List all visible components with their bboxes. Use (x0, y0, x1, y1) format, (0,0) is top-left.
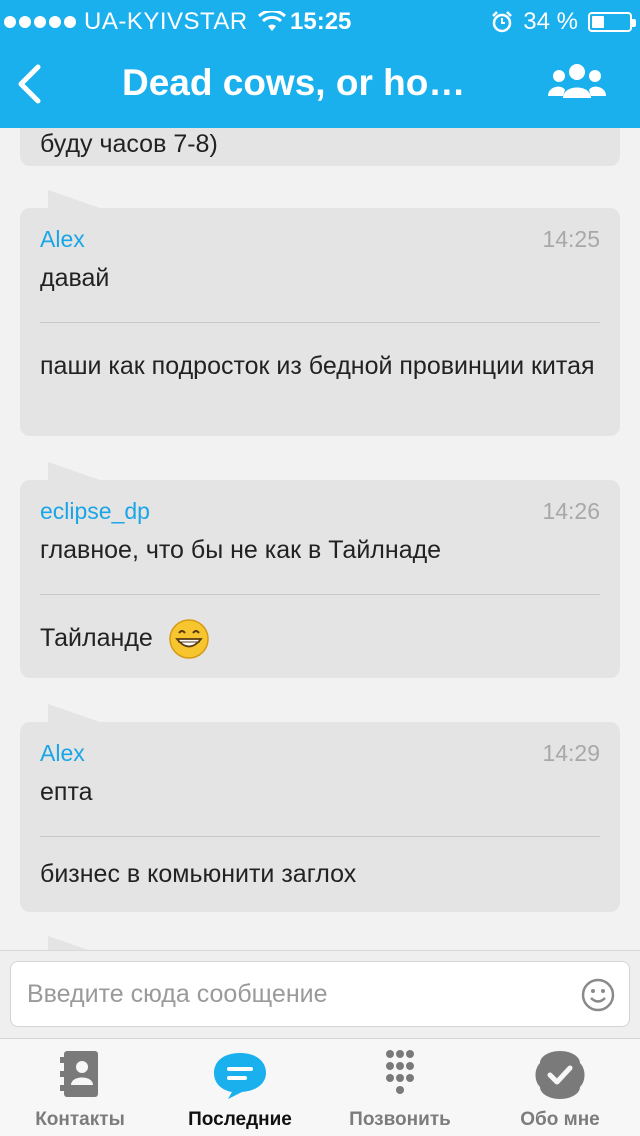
battery-fill (592, 16, 604, 28)
message-bubble: Alex 14:25 давай паши как подросток из б… (20, 190, 620, 436)
group-people-icon[interactable] (548, 62, 606, 102)
chat-bubble-icon (214, 1053, 266, 1099)
message-bubble: буду часов 7-8) (20, 128, 620, 166)
tab-about-me[interactable]: Обо мне (480, 1039, 640, 1136)
alarm-icon (492, 11, 513, 33)
top-bar: UA-KYIVSTAR 15:25 34 % Dead cows, or ho… (0, 0, 640, 128)
message-input[interactable]: Введите сюда сообщение (10, 961, 630, 1027)
back-chevron-icon[interactable] (14, 64, 44, 104)
nav-bar: Dead cows, or ho… (0, 40, 640, 128)
message-text: бизнес в комьюнити заглох (40, 860, 357, 888)
message-text: давай (40, 264, 110, 292)
sender-name[interactable]: Alex (40, 740, 85, 766)
bubble-tail (48, 704, 100, 722)
chat-history[interactable]: буду часов 7-8) Alex 14:25 давай паши ка… (0, 128, 640, 950)
tab-contacts[interactable]: Контакты (0, 1039, 160, 1136)
wifi-icon (257, 11, 286, 31)
message-time: 14:26 (542, 498, 600, 524)
bubble-tail (48, 936, 100, 950)
message-text-with-emoji: Тайланде (40, 616, 600, 660)
message-divider (40, 836, 600, 837)
message-bubble: Alex 14:29 епта бизнес в комьюнити загло… (20, 704, 620, 912)
message-time: 14:25 (542, 226, 600, 252)
sender-name[interactable]: eclipse_dp (40, 498, 150, 524)
battery-icon (588, 12, 636, 32)
message-input-placeholder: Введите сюда сообщение (27, 980, 328, 1008)
composer-bar: Введите сюда сообщение (0, 950, 640, 1038)
message-text: Тайланде (40, 624, 153, 652)
message-text: епта (40, 778, 93, 806)
tab-label: Контакты (35, 1109, 125, 1130)
signal-strength-icon (4, 16, 76, 28)
bubble-tail (48, 462, 100, 480)
contacts-icon (60, 1051, 98, 1097)
bubble-tail (48, 190, 100, 208)
message-time: 14:29 (542, 740, 600, 766)
conversation-title: Dead cows, or ho… (122, 62, 466, 103)
message-text: буду часов 7-8) (40, 130, 218, 158)
dialpad-icon (386, 1050, 414, 1094)
status-bar: UA-KYIVSTAR 15:25 34 % (0, 0, 640, 40)
tab-label: Последние (188, 1109, 292, 1130)
tab-label: Обо мне (520, 1109, 600, 1130)
message-divider (40, 322, 600, 323)
tab-bar: Контакты Последние Позвонить Обо мне (0, 1038, 640, 1136)
tab-call[interactable]: Позвонить (320, 1039, 480, 1136)
smiley-icon[interactable] (581, 978, 615, 1012)
message-text: главное, что бы не как в Тайлнаде (40, 536, 442, 564)
message-bubble: eclipse_dp 14:26 главное, что бы не как … (20, 462, 620, 678)
profile-check-icon (535, 1051, 585, 1099)
tab-label: Позвонить (349, 1109, 451, 1130)
grinning-emoji-icon (169, 619, 209, 660)
battery-percent: 34 % (523, 8, 578, 35)
tab-recent[interactable]: Последние (160, 1039, 320, 1136)
carrier-name: UA-KYIVSTAR (84, 8, 248, 35)
message-text: паши как подросток из бедной провинции к… (40, 352, 595, 380)
sender-name[interactable]: Alex (40, 226, 85, 252)
message-divider (40, 594, 600, 595)
clock: 15:25 (290, 8, 352, 35)
